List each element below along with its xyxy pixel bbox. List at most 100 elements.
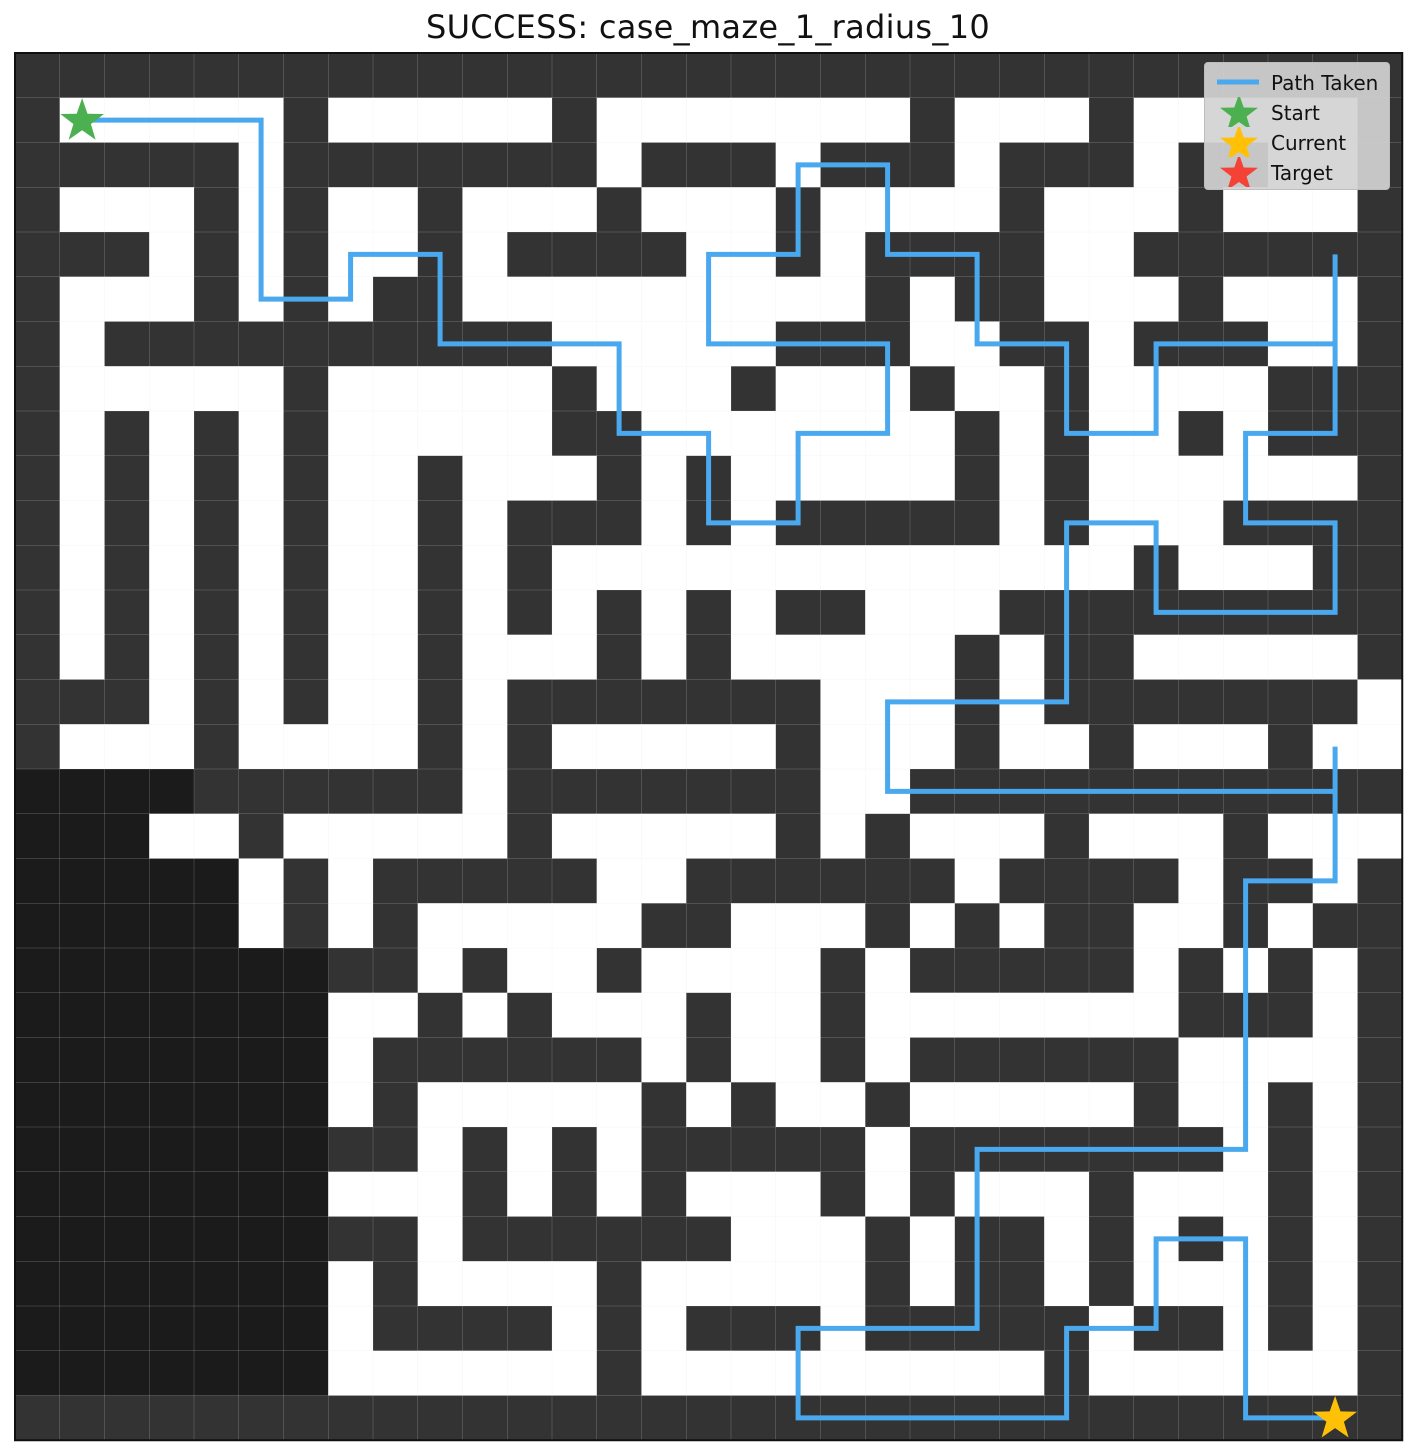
- open-cell: [1089, 455, 1135, 502]
- open-cell: [1312, 455, 1359, 502]
- open-cell: [238, 500, 285, 546]
- wall-cell: [1357, 500, 1403, 546]
- open-cell: [373, 1350, 419, 1397]
- wall-cell: [910, 53, 956, 99]
- wall-cell: [15, 724, 61, 770]
- wall-cell: [194, 1395, 240, 1441]
- unexplored-cell: [238, 1037, 285, 1083]
- unexplored-cell: [283, 948, 329, 994]
- wall-cell: [417, 769, 464, 815]
- open-cell: [865, 992, 911, 1039]
- open-cell: [731, 1261, 777, 1307]
- unexplored-cell: [149, 1037, 195, 1083]
- open-cell: [1178, 813, 1224, 860]
- wall-cell: [462, 142, 508, 188]
- wall-cell: [820, 858, 866, 904]
- wall-cell: [507, 590, 553, 636]
- wall-cell: [328, 53, 374, 99]
- open-cell: [731, 1350, 777, 1397]
- wall-cell: [1044, 455, 1090, 502]
- open-cell: [1178, 500, 1224, 546]
- wall-cell: [1357, 545, 1403, 591]
- wall-cell: [194, 276, 240, 323]
- open-cell: [1178, 1261, 1224, 1307]
- open-cell: [731, 724, 777, 770]
- unexplored-cell: [194, 1082, 240, 1128]
- open-cell: [775, 634, 822, 681]
- wall-cell: [686, 903, 732, 949]
- unexplored-cell: [15, 992, 61, 1039]
- open-cell: [865, 1127, 911, 1173]
- wall-cell: [999, 232, 1045, 278]
- wall-cell: [194, 142, 240, 188]
- open-cell: [462, 366, 508, 412]
- open-cell: [149, 545, 195, 591]
- unexplored-cell: [194, 1350, 240, 1397]
- unexplored-cell: [283, 992, 329, 1039]
- unexplored-cell: [238, 1082, 285, 1128]
- unexplored-cell: [149, 1127, 195, 1173]
- wall-cell: [417, 992, 464, 1039]
- wall-cell: [1044, 142, 1090, 188]
- unexplored-cell: [149, 1216, 195, 1262]
- unexplored-cell: [194, 1171, 240, 1218]
- target-star-legend-icon: [1220, 157, 1258, 187]
- figure-title: SUCCESS: case_maze_1_radius_10: [425, 8, 991, 46]
- unexplored-cell: [194, 1306, 240, 1352]
- open-cell: [686, 724, 732, 770]
- wall-cell: [1357, 1171, 1403, 1218]
- wall-cell: [1178, 411, 1224, 457]
- open-cell: [59, 500, 106, 546]
- open-cell: [1133, 1350, 1180, 1397]
- open-cell: [507, 276, 553, 323]
- open-cell: [865, 455, 911, 502]
- open-cell: [149, 590, 195, 636]
- wall-cell: [1357, 1082, 1403, 1128]
- wall-cell: [641, 142, 687, 188]
- open-cell: [328, 366, 374, 412]
- open-cell: [731, 97, 777, 144]
- open-cell: [954, 187, 1001, 233]
- wall-cell: [15, 276, 61, 323]
- open-cell: [194, 366, 240, 412]
- wall-cell: [417, 500, 464, 546]
- wall-cell: [641, 232, 687, 278]
- wall-cell: [1357, 276, 1403, 323]
- open-cell: [552, 1082, 598, 1128]
- wall-cell: [731, 679, 777, 725]
- wall-cell: [999, 276, 1045, 323]
- open-cell: [596, 903, 643, 949]
- open-cell: [462, 1261, 508, 1307]
- wall-cell: [104, 142, 150, 188]
- open-cell: [1133, 634, 1180, 681]
- open-cell: [104, 724, 150, 770]
- unexplored-cell: [59, 1216, 106, 1262]
- wall-cell: [104, 500, 150, 546]
- unexplored-cell: [238, 1306, 285, 1352]
- wall-cell: [999, 948, 1045, 994]
- wall-cell: [686, 769, 732, 815]
- open-cell: [641, 1261, 687, 1307]
- wall-cell: [373, 1395, 419, 1441]
- open-cell: [1044, 187, 1090, 233]
- open-cell: [686, 187, 732, 233]
- open-cell: [731, 634, 777, 681]
- wall-cell: [104, 455, 150, 502]
- wall-cell: [104, 53, 150, 99]
- open-cell: [149, 366, 195, 412]
- open-cell: [596, 142, 643, 188]
- open-cell: [328, 1037, 374, 1083]
- open-cell: [1223, 545, 1269, 591]
- open-cell: [596, 858, 643, 904]
- wall-cell: [104, 634, 150, 681]
- open-cell: [686, 948, 732, 994]
- wall-cell: [417, 142, 464, 188]
- wall-cell: [865, 903, 911, 949]
- open-cell: [1268, 276, 1314, 323]
- wall-cell: [1089, 724, 1135, 770]
- wall-cell: [910, 948, 956, 994]
- open-cell: [507, 187, 553, 233]
- open-cell: [552, 455, 598, 502]
- wall-cell: [910, 500, 956, 546]
- wall-cell: [194, 455, 240, 502]
